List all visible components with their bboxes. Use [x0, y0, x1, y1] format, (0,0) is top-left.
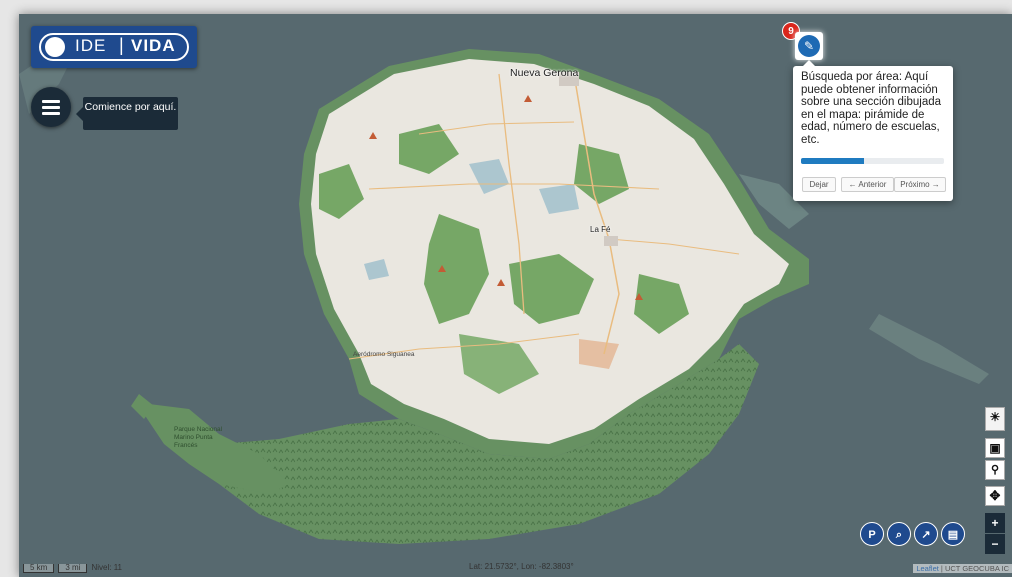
weather-icon[interactable]: ☀ [985, 407, 1005, 431]
menu-button[interactable] [31, 87, 71, 127]
leaflet-link[interactable]: Leaflet [916, 564, 939, 573]
attribution-text: | UCT GEOCUBA IC [938, 564, 1009, 573]
area-search-control[interactable]: ✎ [795, 32, 823, 60]
menu-icon-bar [42, 106, 60, 109]
menu-icon-bar [42, 112, 60, 115]
zoom-level: Nivel: 11 [91, 563, 122, 572]
city-label-la-fe: La Fé [590, 225, 611, 234]
logo-divider: | [119, 35, 124, 55]
pin-icon[interactable]: ⚲ [985, 460, 1005, 480]
zoom-in-button[interactable]: + [985, 513, 1005, 533]
map-canvas[interactable]: Nueva Gerona La Fé Aeródromo Siguanea Pa… [19, 14, 1012, 577]
edit-icon[interactable]: ✎ [798, 35, 820, 57]
chart-icon[interactable]: ↗ [914, 522, 938, 546]
tour-progress-fill [801, 158, 864, 164]
tour-popover: Búsqueda por área: Aquí puede obtener in… [793, 60, 953, 201]
tour-progress [801, 158, 944, 164]
park-label: Parque Nacional Marino Punta Francés [174, 426, 223, 449]
search-icon[interactable]: ⌕ [887, 522, 911, 546]
scale-mi: 3 mi [58, 564, 88, 573]
attribution: Leaflet | UCT GEOCUBA IC [913, 564, 1012, 573]
move-icon[interactable]: ✥ [985, 486, 1005, 506]
previous-button[interactable]: ← Anterior [841, 177, 894, 192]
scale-km: 5 km [23, 564, 55, 573]
zoom-out-button[interactable]: − [985, 534, 1005, 554]
ide-vida-logo[interactable]: IDE | VIDA [31, 26, 197, 68]
menu-tooltip: Comience por aquí. [76, 97, 178, 130]
map-icon[interactable]: ▤ [941, 522, 965, 546]
skip-button[interactable]: Dejar [802, 177, 836, 192]
tour-text: Búsqueda por área: Aquí puede obtener in… [801, 71, 942, 146]
coordinates-readout: Lat: 21.5732°, Lon: -82.3803° [469, 562, 574, 571]
menu-icon [42, 100, 60, 103]
ide-vida-logo-icon [45, 37, 65, 57]
parking-icon[interactable]: P [860, 522, 884, 546]
next-button[interactable]: Próximo → [894, 177, 946, 192]
logo-text-ide: IDE [75, 36, 107, 55]
layers-icon[interactable]: ▣ [985, 438, 1005, 458]
logo-text-vida: VIDA [131, 36, 176, 55]
screenshot-frame: Nueva Gerona La Fé Aeródromo Siguanea Pa… [0, 0, 1012, 577]
place-label-aerodromo: Aeródromo Siguanea [353, 351, 415, 358]
city-label-nueva-gerona: Nueva Gerona [510, 67, 579, 79]
scale-bar: 5 km 3 mi Nivel: 11 [23, 563, 122, 573]
